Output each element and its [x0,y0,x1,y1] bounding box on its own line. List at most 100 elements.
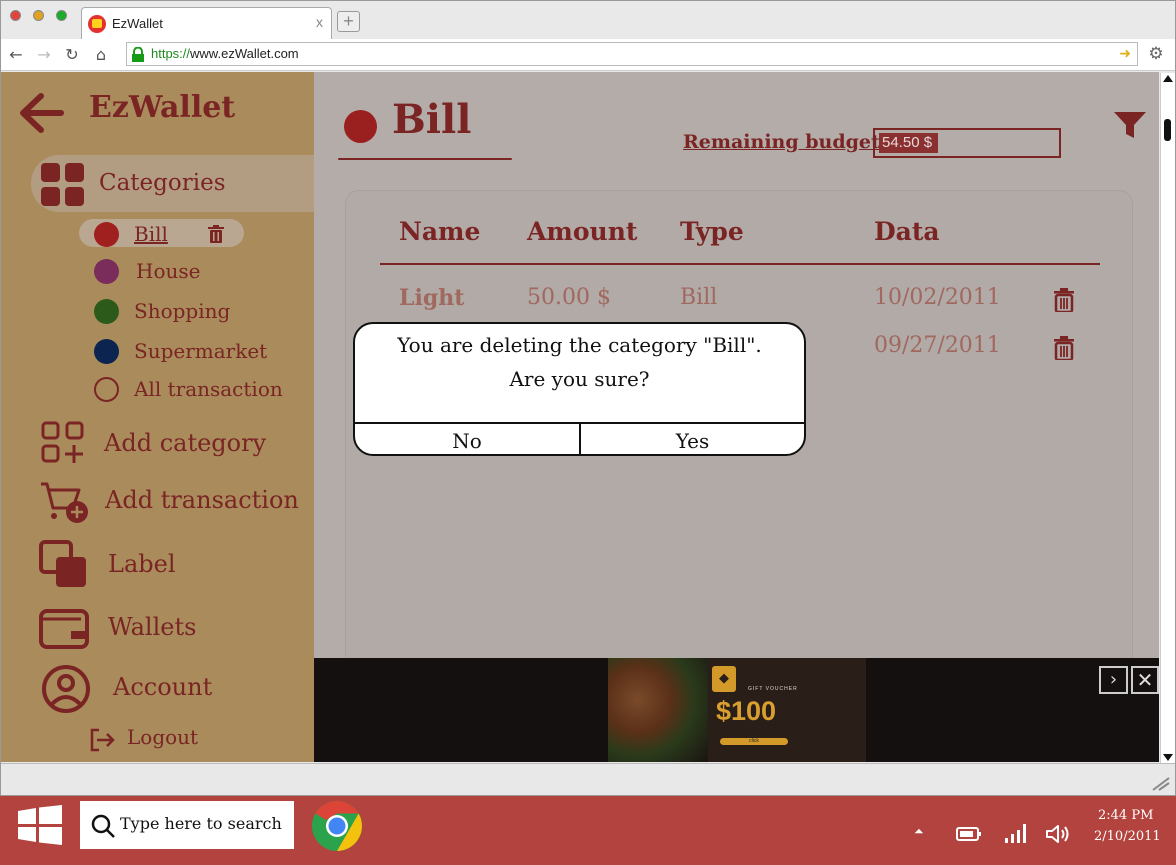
resize-grip-icon[interactable] [1151,775,1171,791]
column-header-amount[interactable]: Amount [527,217,637,246]
scroll-thumb[interactable] [1164,119,1171,141]
sidebar-item-categories[interactable]: Categories [31,155,314,212]
reload-icon[interactable]: ↻ [62,45,82,65]
app-title: EzWallet [89,90,236,125]
signal-icon[interactable] [1004,822,1030,844]
category-item-supermarket[interactable]: Supermarket [94,337,294,367]
menu-label: Add category [104,429,267,457]
ad-cta-button[interactable]: click [720,738,788,745]
sidebar-item-account[interactable]: Account [41,664,311,716]
ad-price: $100 [716,696,777,726]
no-button[interactable]: No [355,424,581,454]
remaining-budget-value: 54.50 $ [879,133,939,153]
add-cart-icon [41,482,88,523]
trash-icon[interactable] [1053,336,1075,360]
tray-expand-icon[interactable]: ⏶ [914,824,924,839]
maximize-window-button[interactable] [56,10,67,21]
column-header-date[interactable]: Data [874,217,940,246]
category-color-dot [94,339,119,364]
yes-button[interactable]: Yes [581,424,804,454]
menu-label: Add transaction [105,486,299,514]
lock-icon [132,47,144,62]
category-label: Shopping [134,299,231,323]
remaining-budget-field[interactable]: 54.50 $ [873,128,1061,158]
account-icon [42,665,90,713]
row-amount: 50.00 $ [527,285,611,310]
sidebar-item-wallets[interactable]: Wallets [39,605,311,655]
close-window-button[interactable] [10,10,21,21]
chrome-icon[interactable] [311,800,363,852]
ad-next-icon[interactable]: › [1099,666,1128,694]
url-text: https://www.ezWallet.com [151,46,299,61]
category-color-dot [94,377,119,402]
ad-banner[interactable]: ◆ GIFT VOUCHER $100 click › ✕ [314,658,1159,762]
column-header-name[interactable]: Name [399,217,480,246]
category-item-all-transaction[interactable]: All transaction [94,375,304,405]
scroll-down-icon[interactable] [1163,754,1173,761]
forward-arrow-icon[interactable]: → [34,45,54,65]
minimize-window-button[interactable] [33,10,44,21]
sidebar: EzWallet Categories Bill House Shopping … [1,72,314,762]
battery-icon[interactable] [956,826,982,842]
categories-label: Categories [99,170,226,196]
menu-label: Account [113,673,213,701]
sidebar-item-add-transaction[interactable]: Add transaction [39,480,311,524]
category-item-bill[interactable]: Bill [94,220,244,250]
dialog-line-2: Are you sure? [509,367,650,391]
browser-tab[interactable]: EzWallet x [81,7,332,39]
column-header-type[interactable]: Type [680,217,744,246]
header-divider [380,263,1100,265]
back-arrow-icon[interactable] [17,92,65,134]
filter-icon[interactable] [1113,110,1147,140]
status-bar [1,763,1175,795]
food-image [608,658,708,762]
taskbar-search[interactable]: Type here to search [80,801,294,849]
trash-icon[interactable] [1053,288,1075,312]
volume-icon[interactable] [1045,824,1071,844]
sidebar-item-label[interactable]: Label [39,540,311,592]
ad-image[interactable]: ◆ GIFT VOUCHER $100 click [608,658,866,762]
category-item-house[interactable]: House [94,257,294,287]
clock-date[interactable]: 2/10/2011 [1094,829,1161,844]
remaining-budget-label[interactable]: Remaining budget [683,131,880,153]
settings-gear-icon[interactable]: ⚙ [1146,44,1166,64]
clock-time[interactable]: 2:44 PM [1098,808,1153,823]
search-icon [91,814,115,838]
category-label: Bill [134,222,168,246]
scroll-up-icon[interactable] [1163,75,1173,82]
dialog-message: You are deleting the category "Bill". Ar… [355,328,804,396]
title-bar: EzWallet x + [1,1,1175,39]
menu-label: Logout [127,725,199,749]
trash-icon[interactable] [208,225,224,243]
dialog-line-1: You are deleting the category "Bill". [397,333,762,357]
address-bar[interactable]: https://www.ezWallet.com ➜ [126,42,1138,66]
back-arrow-icon[interactable]: ← [6,45,26,65]
category-item-shopping[interactable]: Shopping [94,297,294,327]
ad-logo-icon: ◆ [712,666,736,692]
bookmark-icon[interactable]: ➜ [1119,46,1131,62]
windows-start-icon[interactable] [18,805,62,845]
page-title: Bill [392,96,472,143]
row-type: Bill [680,285,718,310]
grid-icon [41,163,84,206]
sidebar-item-logout[interactable]: Logout [89,725,289,755]
menu-label: Label [108,550,176,578]
label-icon [39,540,86,587]
confirm-delete-dialog: You are deleting the category "Bill". Ar… [353,322,806,456]
vertical-scrollbar[interactable] [1160,73,1175,763]
home-icon[interactable]: ⌂ [91,45,111,65]
logout-icon [90,728,115,752]
new-tab-button[interactable]: + [337,11,360,32]
sidebar-item-add-category[interactable]: Add category [41,419,311,467]
ad-close-icon[interactable]: ✕ [1131,666,1159,694]
row-date: 09/27/2011 [874,333,1001,358]
tab-close-icon[interactable]: x [316,14,323,30]
favicon-icon [88,15,106,33]
title-underline [338,158,512,160]
category-label: House [136,259,201,283]
category-color-dot [344,110,377,143]
dialog-buttons: No Yes [355,422,804,454]
category-color-dot [94,222,119,247]
search-placeholder: Type here to search [120,814,282,833]
tab-title: EzWallet [112,16,163,31]
